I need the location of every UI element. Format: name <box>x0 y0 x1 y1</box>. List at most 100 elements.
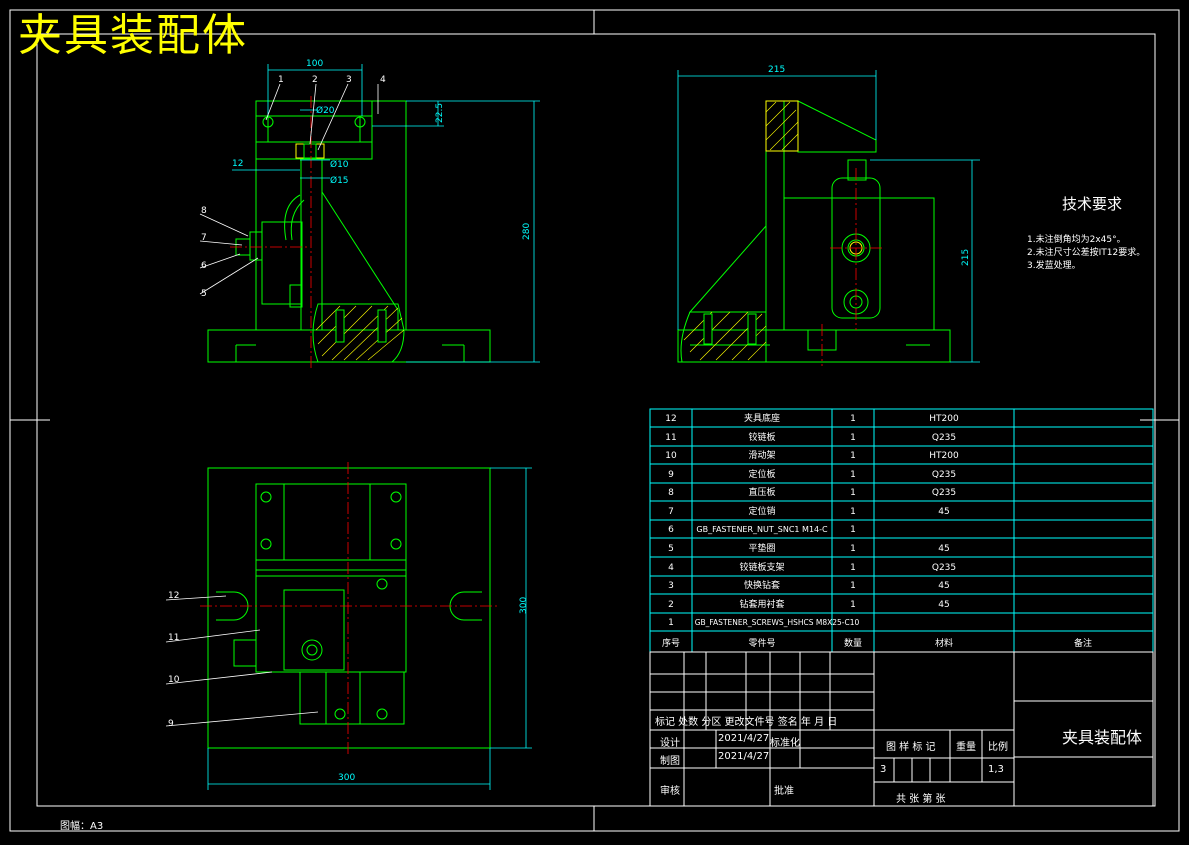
front-view-dim-text: 100 Ø20 22.5 12 Ø10 Ø15 280 <box>232 59 532 240</box>
side-view-dimensions <box>677 70 980 363</box>
revision-header: 标记 处数 分区 更改文件号 签名 年 月 日 <box>655 717 838 728</box>
approve-label: 批准 <box>774 786 794 797</box>
parts-row: 3 快换钻套 1 45 <box>668 579 950 591</box>
part-material: HT200 <box>929 414 959 424</box>
drawing-sheet: 1 2 3 4 8 7 6 5 100 Ø20 22.5 12 Ø10 Ø15 … <box>0 0 1189 841</box>
side-view-section <box>680 100 863 363</box>
top-view-dim-text: 300 300 <box>338 597 529 783</box>
dim-215-side: 215 <box>961 249 971 266</box>
parts-row: 6 GB_FASTENER_NUT_SNC1 M14-C 1 <box>668 525 856 535</box>
top-view-balloon-labels: 12 11 10 9 <box>168 591 180 729</box>
dim-300-horiz: 300 <box>338 773 355 783</box>
part-name: 平垫圈 <box>748 542 775 554</box>
header-note: 备注 <box>1074 637 1092 649</box>
part-name: 快换钻套 <box>744 579 780 591</box>
balloon-9: 9 <box>168 719 174 729</box>
paper-size-label: 图幅：A3 <box>60 821 104 832</box>
dim-dia20: Ø20 <box>316 105 335 116</box>
cad-drawing-canvas: 1 2 3 4 8 7 6 5 100 Ø20 22.5 12 Ø10 Ø15 … <box>9 9 1180 832</box>
part-material: Q235 <box>932 433 956 443</box>
header-name: 零件号 <box>748 637 775 649</box>
scale-label: 比例 <box>988 742 1008 753</box>
front-view-balloon-labels: 1 2 3 4 8 7 6 5 <box>201 75 386 299</box>
top-view-bolts <box>260 491 402 720</box>
balloon-3: 3 <box>346 75 352 85</box>
draw-date: 2021/4/27 <box>718 751 770 762</box>
top-view <box>207 467 491 749</box>
stage-header: 图 样 标 记 <box>886 742 936 753</box>
parts-row: 8 直压板 1 Q235 <box>668 486 956 498</box>
part-name: 直压板 <box>748 486 775 498</box>
part-no: 2 <box>668 600 674 610</box>
weight-label: 重量 <box>956 742 976 753</box>
part-qty: 1 <box>850 544 856 554</box>
part-qty: 1 <box>850 414 856 424</box>
part-qty: 1 <box>850 507 856 517</box>
part-qty: 1 <box>850 581 856 591</box>
header-no: 序号 <box>662 637 680 649</box>
design-date: 2021/4/27 <box>718 733 770 744</box>
tech-requirements-heading: 技术要求 <box>1062 195 1123 213</box>
part-material: 45 <box>938 600 949 610</box>
part-material: HT200 <box>929 451 959 461</box>
part-no: 9 <box>668 470 674 480</box>
top-view-centerlines <box>200 462 498 754</box>
part-name: 铰链板支架 <box>739 561 784 573</box>
review-label: 审核 <box>660 786 680 797</box>
part-material: Q235 <box>932 563 956 573</box>
parts-row: 11 铰链板 1 Q235 <box>665 431 956 443</box>
design-label: 设计 <box>660 738 680 749</box>
part-no: 4 <box>668 563 674 573</box>
part-name: 滑动架 <box>748 450 775 461</box>
tech-requirement-item: 3.发蓝处理。 <box>1027 261 1081 271</box>
header-qty: 数量 <box>844 637 862 649</box>
balloon-6: 6 <box>201 261 207 271</box>
balloon-7: 7 <box>201 233 207 243</box>
part-name: 钻套用衬套 <box>739 598 784 610</box>
sheet-border <box>9 9 1180 832</box>
balloon-1: 1 <box>278 75 284 85</box>
scale-value: 1,3 <box>988 764 1004 775</box>
part-material: Q235 <box>932 470 956 480</box>
tech-requirement-item: 1.未注倒角均为2x45°。 <box>1027 235 1126 245</box>
dim-300-vert: 300 <box>519 597 529 614</box>
balloon-12: 12 <box>168 591 179 601</box>
part-name: GB_FASTENER_NUT_SNC1 M14-C <box>696 525 828 534</box>
part-name: 定位销 <box>748 505 775 517</box>
part-qty: 1 <box>850 470 856 480</box>
side-view-dim-text: 215 215 <box>768 65 971 266</box>
part-no: 5 <box>668 544 674 554</box>
part-no: 11 <box>665 433 676 443</box>
balloon-8: 8 <box>201 206 207 216</box>
part-qty: 1 <box>850 451 856 461</box>
front-view-section <box>295 143 405 363</box>
part-material: Q235 <box>932 488 956 498</box>
dim-dia10: Ø10 <box>330 159 349 170</box>
part-no: 12 <box>665 414 676 424</box>
balloon-4: 4 <box>380 75 386 85</box>
part-name: 铰链板 <box>748 431 775 443</box>
part-no: 1 <box>668 618 674 628</box>
parts-row: 7 定位销 1 45 <box>668 505 950 517</box>
balloon-5: 5 <box>201 289 207 299</box>
part-material: 45 <box>938 544 949 554</box>
parts-header: 序号 零件号 数量 材料 备注 <box>662 637 1092 649</box>
top-view-leaders <box>165 595 319 727</box>
parts-row: 5 平垫圈 1 45 <box>668 542 950 554</box>
part-name: 定位板 <box>748 468 775 480</box>
part-no: 8 <box>668 488 674 498</box>
part-qty: 1 <box>850 488 856 498</box>
balloon-10: 10 <box>168 675 180 685</box>
parts-row: 10 滑动架 1 HT200 <box>665 450 959 461</box>
part-no: 3 <box>668 581 674 591</box>
part-qty: 1 <box>850 563 856 573</box>
part-qty: 1 <box>850 525 856 535</box>
front-view <box>207 100 491 363</box>
part-material: 45 <box>938 507 949 517</box>
title-block-drawing-name: 夹具装配体 <box>1062 728 1143 747</box>
dim-12: 12 <box>232 159 243 169</box>
dim-215-top: 215 <box>768 65 785 75</box>
dim-280: 280 <box>522 223 532 240</box>
parts-row: 4 铰链板支架 1 Q235 <box>668 561 956 573</box>
draw-label: 制图 <box>660 756 680 767</box>
